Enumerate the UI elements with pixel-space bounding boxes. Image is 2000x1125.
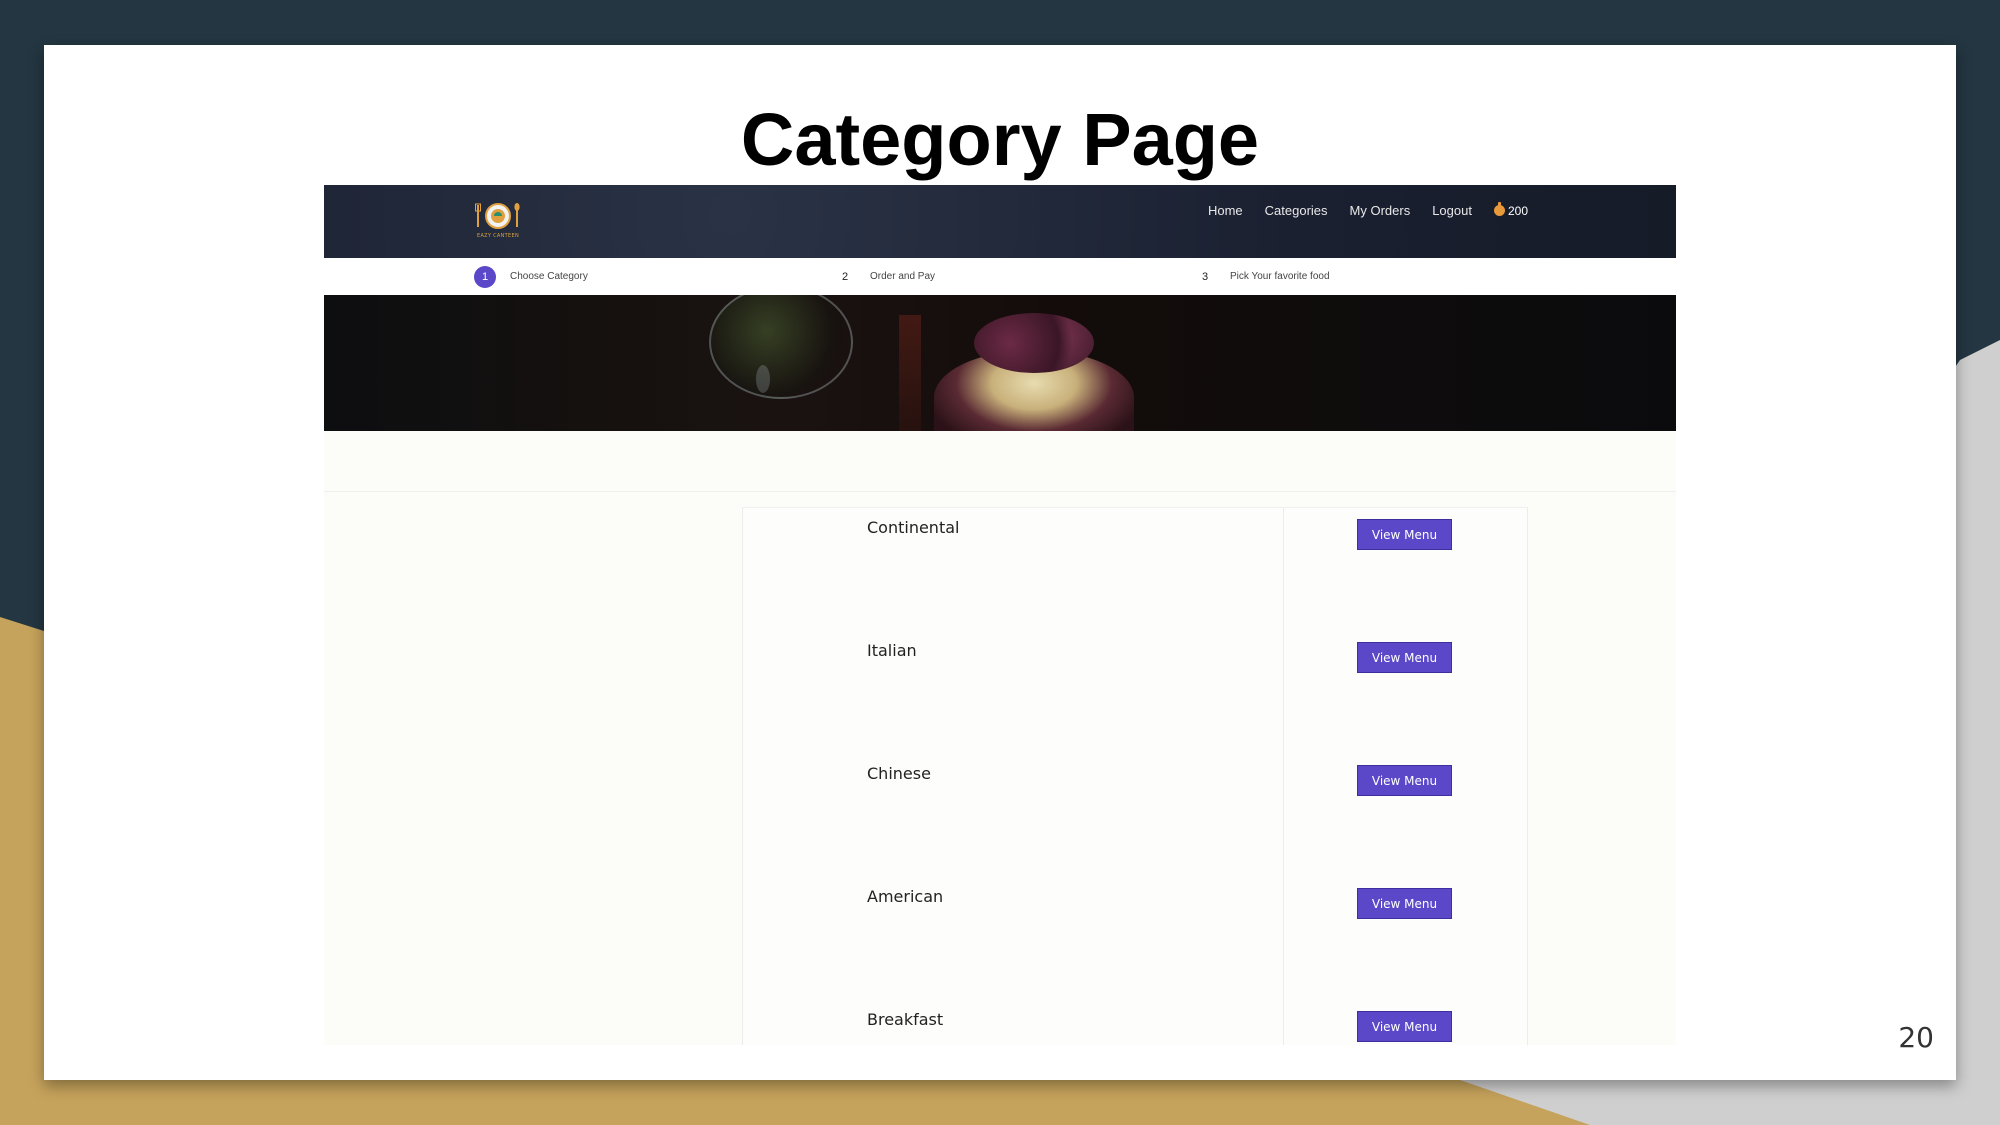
slide-title: Category Page [740, 98, 1260, 181]
category-row: Breakfast View Menu [743, 1000, 1527, 1045]
category-table: Continental View Menu Italian View Menu … [742, 507, 1528, 1045]
navbar: EAZY CANTEEN Home Categories My Orders L… [324, 185, 1676, 258]
category-row: Continental View Menu [743, 508, 1527, 631]
nav-links: Home Categories My Orders Logout 200 [1186, 202, 1528, 218]
view-menu-button[interactable]: View Menu [1357, 888, 1452, 919]
slide-page-number: 20 [1898, 1021, 1934, 1054]
divider [324, 491, 1676, 492]
nav-link-home[interactable]: Home [1208, 203, 1243, 218]
nav-link-categories[interactable]: Categories [1265, 203, 1328, 218]
view-menu-button[interactable]: View Menu [1357, 642, 1452, 673]
category-row: Italian View Menu [743, 631, 1527, 754]
step-pick-favorite: 3 Pick Your favorite food [1194, 258, 1330, 295]
hero-banner-image [324, 295, 1676, 431]
view-menu-button[interactable]: View Menu [1357, 765, 1452, 796]
category-name: American [867, 887, 944, 906]
step-label: Choose Category [510, 271, 588, 282]
hero-background-object [899, 315, 921, 431]
step-order-and-pay: 2 Order and Pay [834, 258, 935, 295]
hero-berries [974, 313, 1094, 373]
category-name: Italian [867, 641, 917, 660]
view-menu-button[interactable]: View Menu [1357, 519, 1452, 550]
coin-balance: 200 [1493, 202, 1528, 218]
logo-icon[interactable] [475, 201, 521, 233]
category-row: Chinese View Menu [743, 754, 1527, 877]
app-screenshot: EAZY CANTEEN Home Categories My Orders L… [324, 185, 1676, 1045]
step-label: Pick Your favorite food [1230, 271, 1330, 282]
step-number: 3 [1201, 270, 1209, 283]
category-name: Continental [867, 518, 960, 537]
hero-glass [709, 295, 853, 399]
category-name: Breakfast [867, 1010, 944, 1029]
coin-balance-value: 200 [1507, 203, 1528, 218]
category-row: American View Menu [743, 877, 1527, 1000]
step-choose-category: 1 Choose Category [474, 258, 588, 295]
category-name: Chinese [867, 764, 931, 783]
step-number: 1 [474, 265, 496, 288]
logo-text: EAZY CANTEEN [476, 233, 519, 239]
step-number: 2 [841, 270, 849, 283]
hero-glass-stem [756, 365, 770, 393]
progress-steps: 1 Choose Category 2 Order and Pay 3 Pick… [324, 258, 1676, 295]
coin-bag-icon [1493, 202, 1505, 216]
nav-link-my-orders[interactable]: My Orders [1350, 203, 1411, 218]
view-menu-button[interactable]: View Menu [1357, 1011, 1452, 1042]
nav-link-logout[interactable]: Logout [1432, 203, 1472, 218]
step-label: Order and Pay [870, 271, 936, 282]
slide: Category Page EAZY CANTEEN Home Categori… [44, 45, 1956, 1080]
